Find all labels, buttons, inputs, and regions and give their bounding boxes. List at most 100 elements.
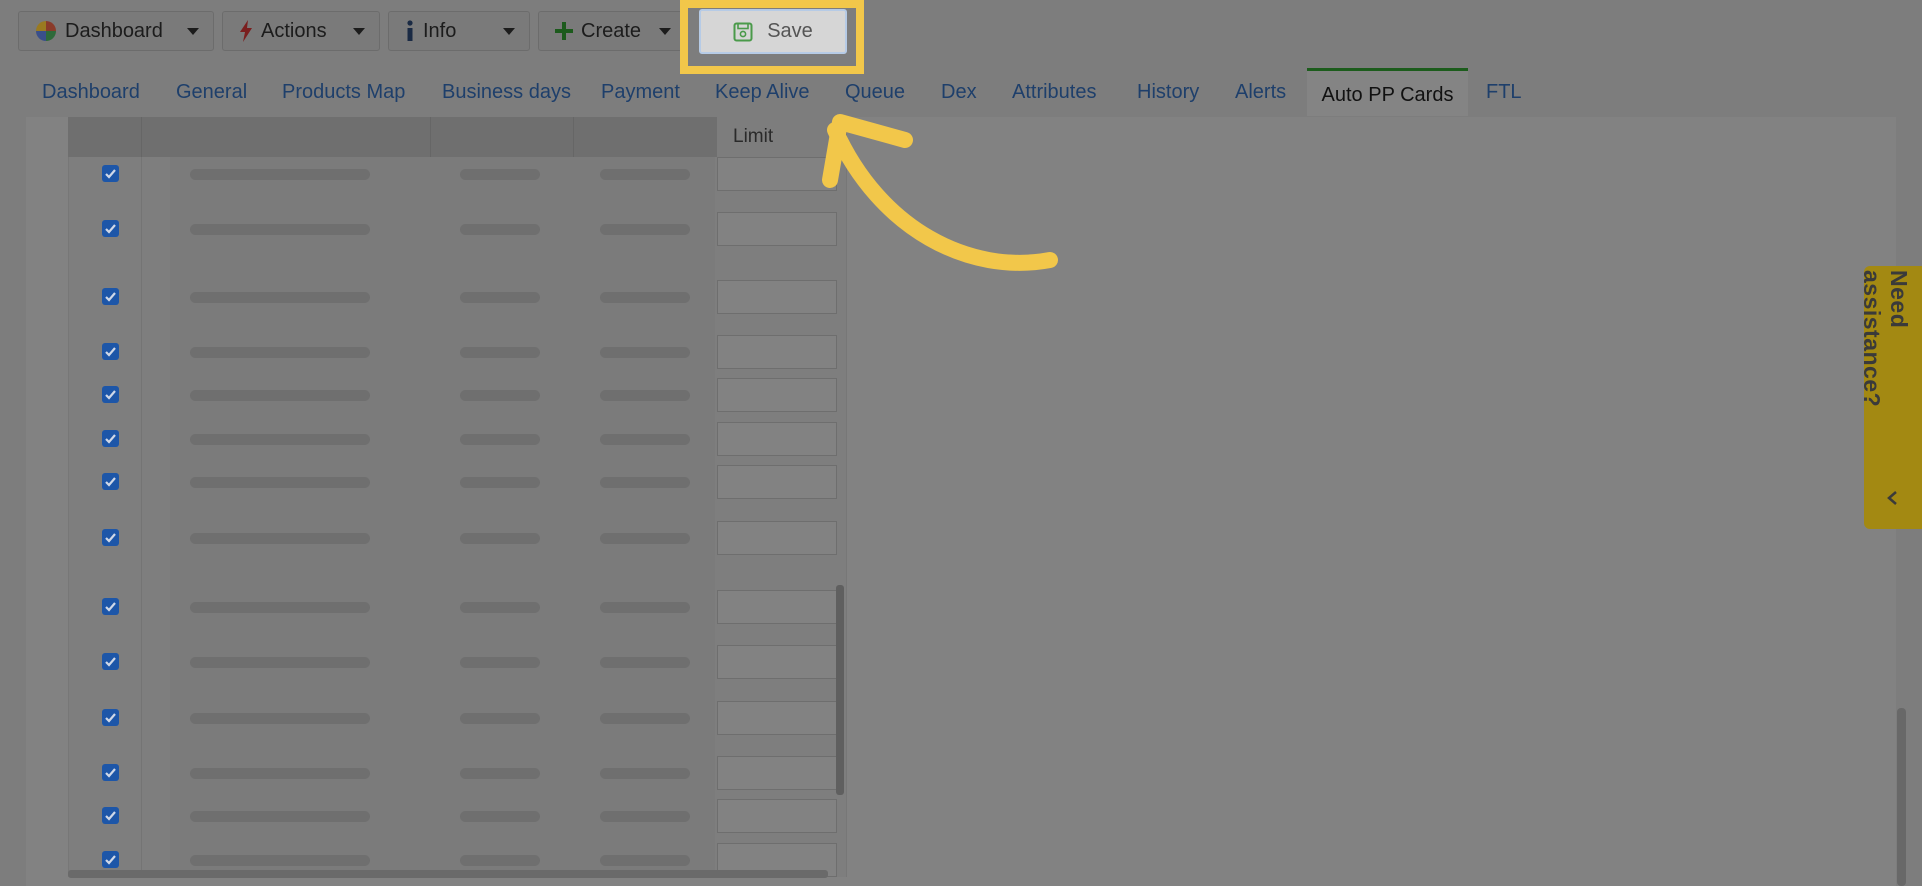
- dashboard-menu-label: Dashboard: [65, 19, 163, 42]
- redacted-cell: [600, 533, 690, 544]
- tab-dashboard[interactable]: Dashboard: [42, 68, 140, 116]
- limit-input[interactable]: [717, 645, 837, 679]
- row-checkbox[interactable]: [102, 473, 119, 490]
- row-checkbox[interactable]: [102, 529, 119, 546]
- redacted-cell: [460, 855, 540, 866]
- tab-keep-alive[interactable]: Keep Alive: [715, 68, 810, 116]
- actions-menu-button[interactable]: Actions: [222, 11, 380, 51]
- redacted-cell: [460, 169, 540, 180]
- redacted-cell: [460, 477, 540, 488]
- check-icon: [105, 292, 116, 302]
- row-checkbox[interactable]: [102, 709, 119, 726]
- redacted-cell: [190, 169, 370, 180]
- redacted-cell: [190, 713, 370, 724]
- column-divider: [141, 157, 142, 877]
- limit-input[interactable]: [717, 280, 837, 314]
- limit-input[interactable]: [717, 157, 837, 191]
- tab-alerts[interactable]: Alerts: [1235, 68, 1286, 116]
- row-checkbox[interactable]: [102, 386, 119, 403]
- redacted-cell: [460, 434, 540, 445]
- redacted-cell: [460, 768, 540, 779]
- grid-vertical-scrollbar[interactable]: [836, 585, 844, 795]
- limit-input[interactable]: [717, 465, 837, 499]
- redacted-cell: [600, 602, 690, 613]
- row-checkbox[interactable]: [102, 764, 119, 781]
- redacted-cell: [600, 768, 690, 779]
- check-icon: [105, 390, 116, 400]
- row-checkbox[interactable]: [102, 430, 119, 447]
- tab-dex[interactable]: Dex: [941, 68, 977, 116]
- header-divider: [141, 117, 142, 157]
- toolbar: Dashboard Actions Info Create Save: [0, 0, 1922, 74]
- row-checkbox[interactable]: [102, 343, 119, 360]
- redacted-cell: [190, 434, 370, 445]
- grid-horizontal-scrollbar[interactable]: [68, 870, 828, 878]
- check-icon: [105, 768, 116, 778]
- redacted-cell: [460, 533, 540, 544]
- limit-column-header: Limit: [717, 117, 838, 157]
- limit-input[interactable]: [717, 378, 837, 412]
- redacted-cell: [460, 224, 540, 235]
- redacted-cell: [600, 169, 690, 180]
- page-scrollbar[interactable]: [1897, 708, 1906, 886]
- check-icon: [105, 477, 116, 487]
- check-icon: [105, 347, 116, 357]
- row-checkbox[interactable]: [102, 165, 119, 182]
- tab-payment[interactable]: Payment: [601, 68, 680, 116]
- limit-input[interactable]: [717, 422, 837, 456]
- save-button[interactable]: Save: [699, 9, 847, 54]
- info-menu-button[interactable]: Info: [388, 11, 530, 51]
- tab-business-days[interactable]: Business days: [442, 68, 571, 116]
- create-menu-button[interactable]: Create: [538, 11, 686, 51]
- dashboard-menu-button[interactable]: Dashboard: [18, 11, 214, 51]
- redacted-cell: [600, 224, 690, 235]
- tab-auto-pp-cards[interactable]: Auto PP Cards: [1307, 68, 1468, 116]
- tab-queue[interactable]: Queue: [845, 68, 905, 116]
- row-checkbox[interactable]: [102, 220, 119, 237]
- row-checkbox[interactable]: [102, 288, 119, 305]
- check-icon: [105, 533, 116, 543]
- redacted-cell: [190, 347, 370, 358]
- check-icon: [105, 224, 116, 234]
- tab-general[interactable]: General: [176, 68, 247, 116]
- limit-input[interactable]: [717, 521, 837, 555]
- limit-input[interactable]: [717, 590, 837, 624]
- header-divider: [573, 117, 574, 157]
- tab-history[interactable]: History: [1137, 68, 1199, 116]
- row-checkbox[interactable]: [102, 653, 119, 670]
- redacted-cell: [190, 533, 370, 544]
- info-icon: [405, 20, 415, 42]
- redacted-cell: [190, 477, 370, 488]
- redacted-cell: [600, 347, 690, 358]
- limit-input[interactable]: [717, 799, 837, 833]
- tab-bar: Dashboard General Products Map Business …: [0, 68, 1922, 116]
- row-checkbox[interactable]: [102, 598, 119, 615]
- tab-ftl[interactable]: FTL: [1486, 68, 1522, 116]
- row-checkbox[interactable]: [102, 807, 119, 824]
- redacted-cell: [600, 434, 690, 445]
- tab-products-map[interactable]: Products Map: [282, 68, 405, 116]
- tab-attributes[interactable]: Attributes: [1012, 68, 1096, 116]
- redacted-cell: [600, 657, 690, 668]
- redacted-cell: [600, 390, 690, 401]
- redacted-cell: [190, 855, 370, 866]
- redacted-cell: [190, 768, 370, 779]
- limit-input[interactable]: [717, 335, 837, 369]
- limit-input[interactable]: [717, 756, 837, 790]
- redacted-cell: [600, 855, 690, 866]
- floppy-disk-icon: [733, 22, 753, 42]
- lightning-icon: [239, 20, 253, 42]
- redacted-cell: [600, 713, 690, 724]
- limit-input[interactable]: [717, 212, 837, 246]
- chevron-left-icon: [1886, 490, 1898, 511]
- redacted-cell: [460, 602, 540, 613]
- chevron-down-icon: [503, 27, 515, 35]
- limit-input[interactable]: [717, 701, 837, 735]
- row-checkbox[interactable]: [102, 851, 119, 868]
- check-icon: [105, 434, 116, 444]
- check-icon: [105, 657, 116, 667]
- redacted-cell: [190, 224, 370, 235]
- check-icon: [105, 713, 116, 723]
- chevron-down-icon: [659, 27, 671, 35]
- redacted-cell: [600, 292, 690, 303]
